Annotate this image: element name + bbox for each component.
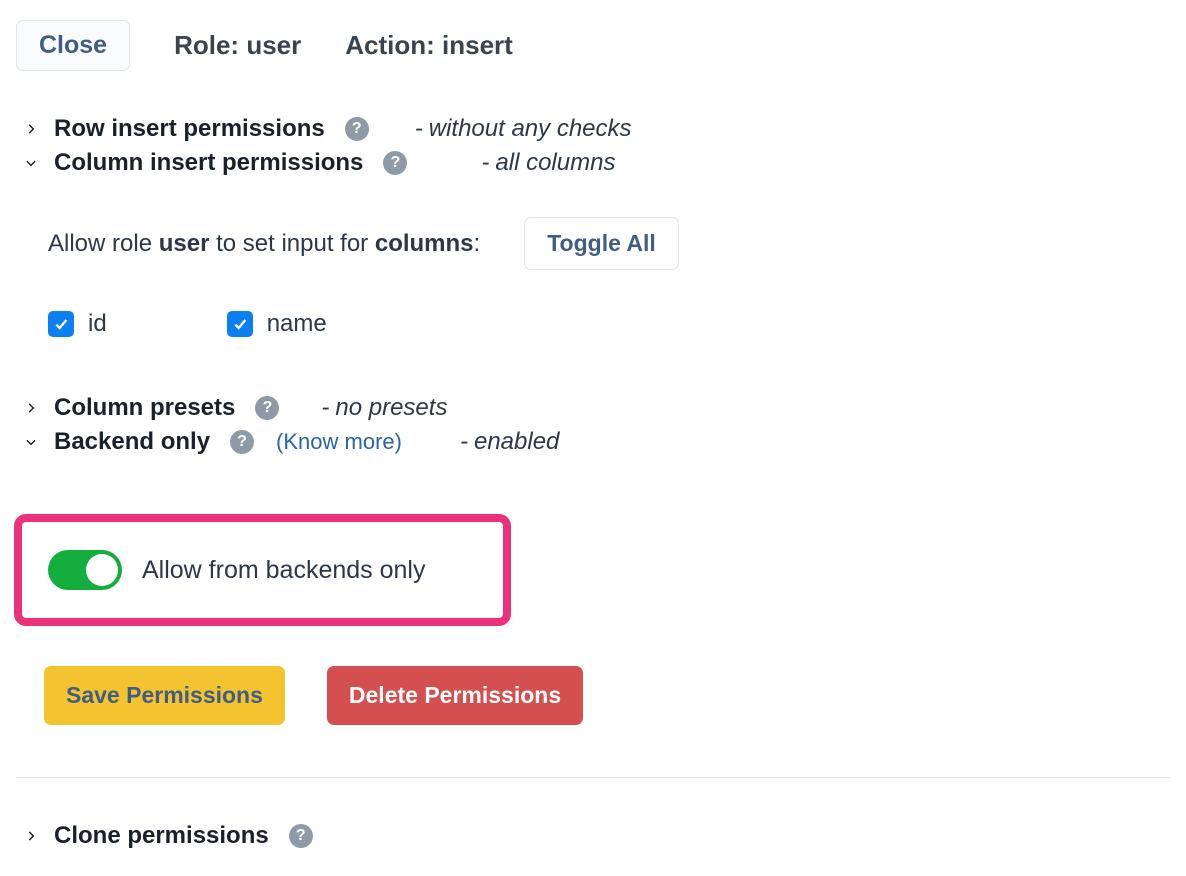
allow-target: columns	[375, 230, 474, 257]
status-text-value: all columns	[495, 149, 615, 176]
checkbox-item-name: name	[227, 310, 327, 338]
action-prefix: Action:	[345, 30, 442, 60]
section-backend-only[interactable]: Backend only ? (Know more) -enabled	[16, 428, 1170, 456]
divider	[16, 777, 1170, 778]
section-status-col-presets: -no presets	[321, 394, 447, 422]
role-info: Role: user	[174, 30, 301, 61]
role-value: user	[246, 30, 301, 60]
action-value: insert	[442, 30, 513, 60]
toggle-all-button[interactable]: Toggle All	[524, 217, 679, 270]
checkbox-item-id: id	[48, 310, 107, 338]
help-icon[interactable]: ?	[230, 430, 254, 454]
section-status-row-perm: -without any checks	[415, 115, 632, 143]
allow-suffix: :	[474, 230, 481, 257]
backend-only-toggle[interactable]	[48, 550, 122, 590]
section-label-backend: Backend only	[54, 428, 210, 456]
section-status-backend: -enabled	[460, 428, 559, 456]
help-icon[interactable]: ?	[255, 396, 279, 420]
section-label-clone: Clone permissions	[54, 822, 269, 850]
section-column-permissions[interactable]: Column insert permissions ? -all columns	[16, 149, 1170, 177]
checkbox-label-id: id	[88, 310, 107, 338]
chevron-right-icon	[20, 825, 42, 847]
chevron-right-icon	[20, 118, 42, 140]
allow-mid: to set input for	[209, 230, 374, 257]
action-info: Action: insert	[345, 30, 513, 61]
column-permissions-content: Allow role user to set input for columns…	[16, 217, 1170, 338]
help-icon[interactable]: ?	[289, 824, 313, 848]
section-clone-permissions[interactable]: Clone permissions ?	[16, 822, 1170, 850]
section-label-col-perm: Column insert permissions	[54, 149, 363, 177]
chevron-down-icon	[20, 431, 42, 453]
checkbox-id[interactable]	[48, 311, 74, 337]
save-permissions-button[interactable]: Save Permissions	[44, 666, 285, 725]
checkbox-label-name: name	[267, 310, 327, 338]
toggle-knob	[86, 554, 118, 586]
checkbox-name[interactable]	[227, 311, 253, 337]
allow-prefix: Allow role	[48, 230, 159, 257]
chevron-down-icon	[20, 152, 42, 174]
status-text-value: no presets	[335, 394, 447, 421]
backend-only-highlight: Allow from backends only	[14, 514, 511, 626]
allow-text: Allow role user to set input for columns…	[48, 230, 480, 258]
status-text-value: enabled	[474, 428, 559, 455]
section-row-permissions[interactable]: Row insert permissions ? -without any ch…	[16, 115, 1170, 143]
backend-only-toggle-label: Allow from backends only	[142, 556, 425, 585]
role-prefix: Role:	[174, 30, 246, 60]
section-status-col-perm: -all columns	[481, 149, 615, 177]
action-button-row: Save Permissions Delete Permissions	[16, 666, 1170, 725]
allow-role: user	[159, 230, 210, 257]
section-label-row-perm: Row insert permissions	[54, 115, 325, 143]
close-button[interactable]: Close	[16, 20, 130, 71]
know-more-link[interactable]: (Know more)	[276, 429, 402, 455]
section-label-col-presets: Column presets	[54, 394, 235, 422]
help-icon[interactable]: ?	[383, 151, 407, 175]
chevron-right-icon	[20, 397, 42, 419]
help-icon[interactable]: ?	[345, 117, 369, 141]
status-text-value: without any checks	[429, 115, 632, 142]
delete-permissions-button[interactable]: Delete Permissions	[327, 666, 583, 725]
section-column-presets[interactable]: Column presets ? -no presets	[16, 394, 1170, 422]
